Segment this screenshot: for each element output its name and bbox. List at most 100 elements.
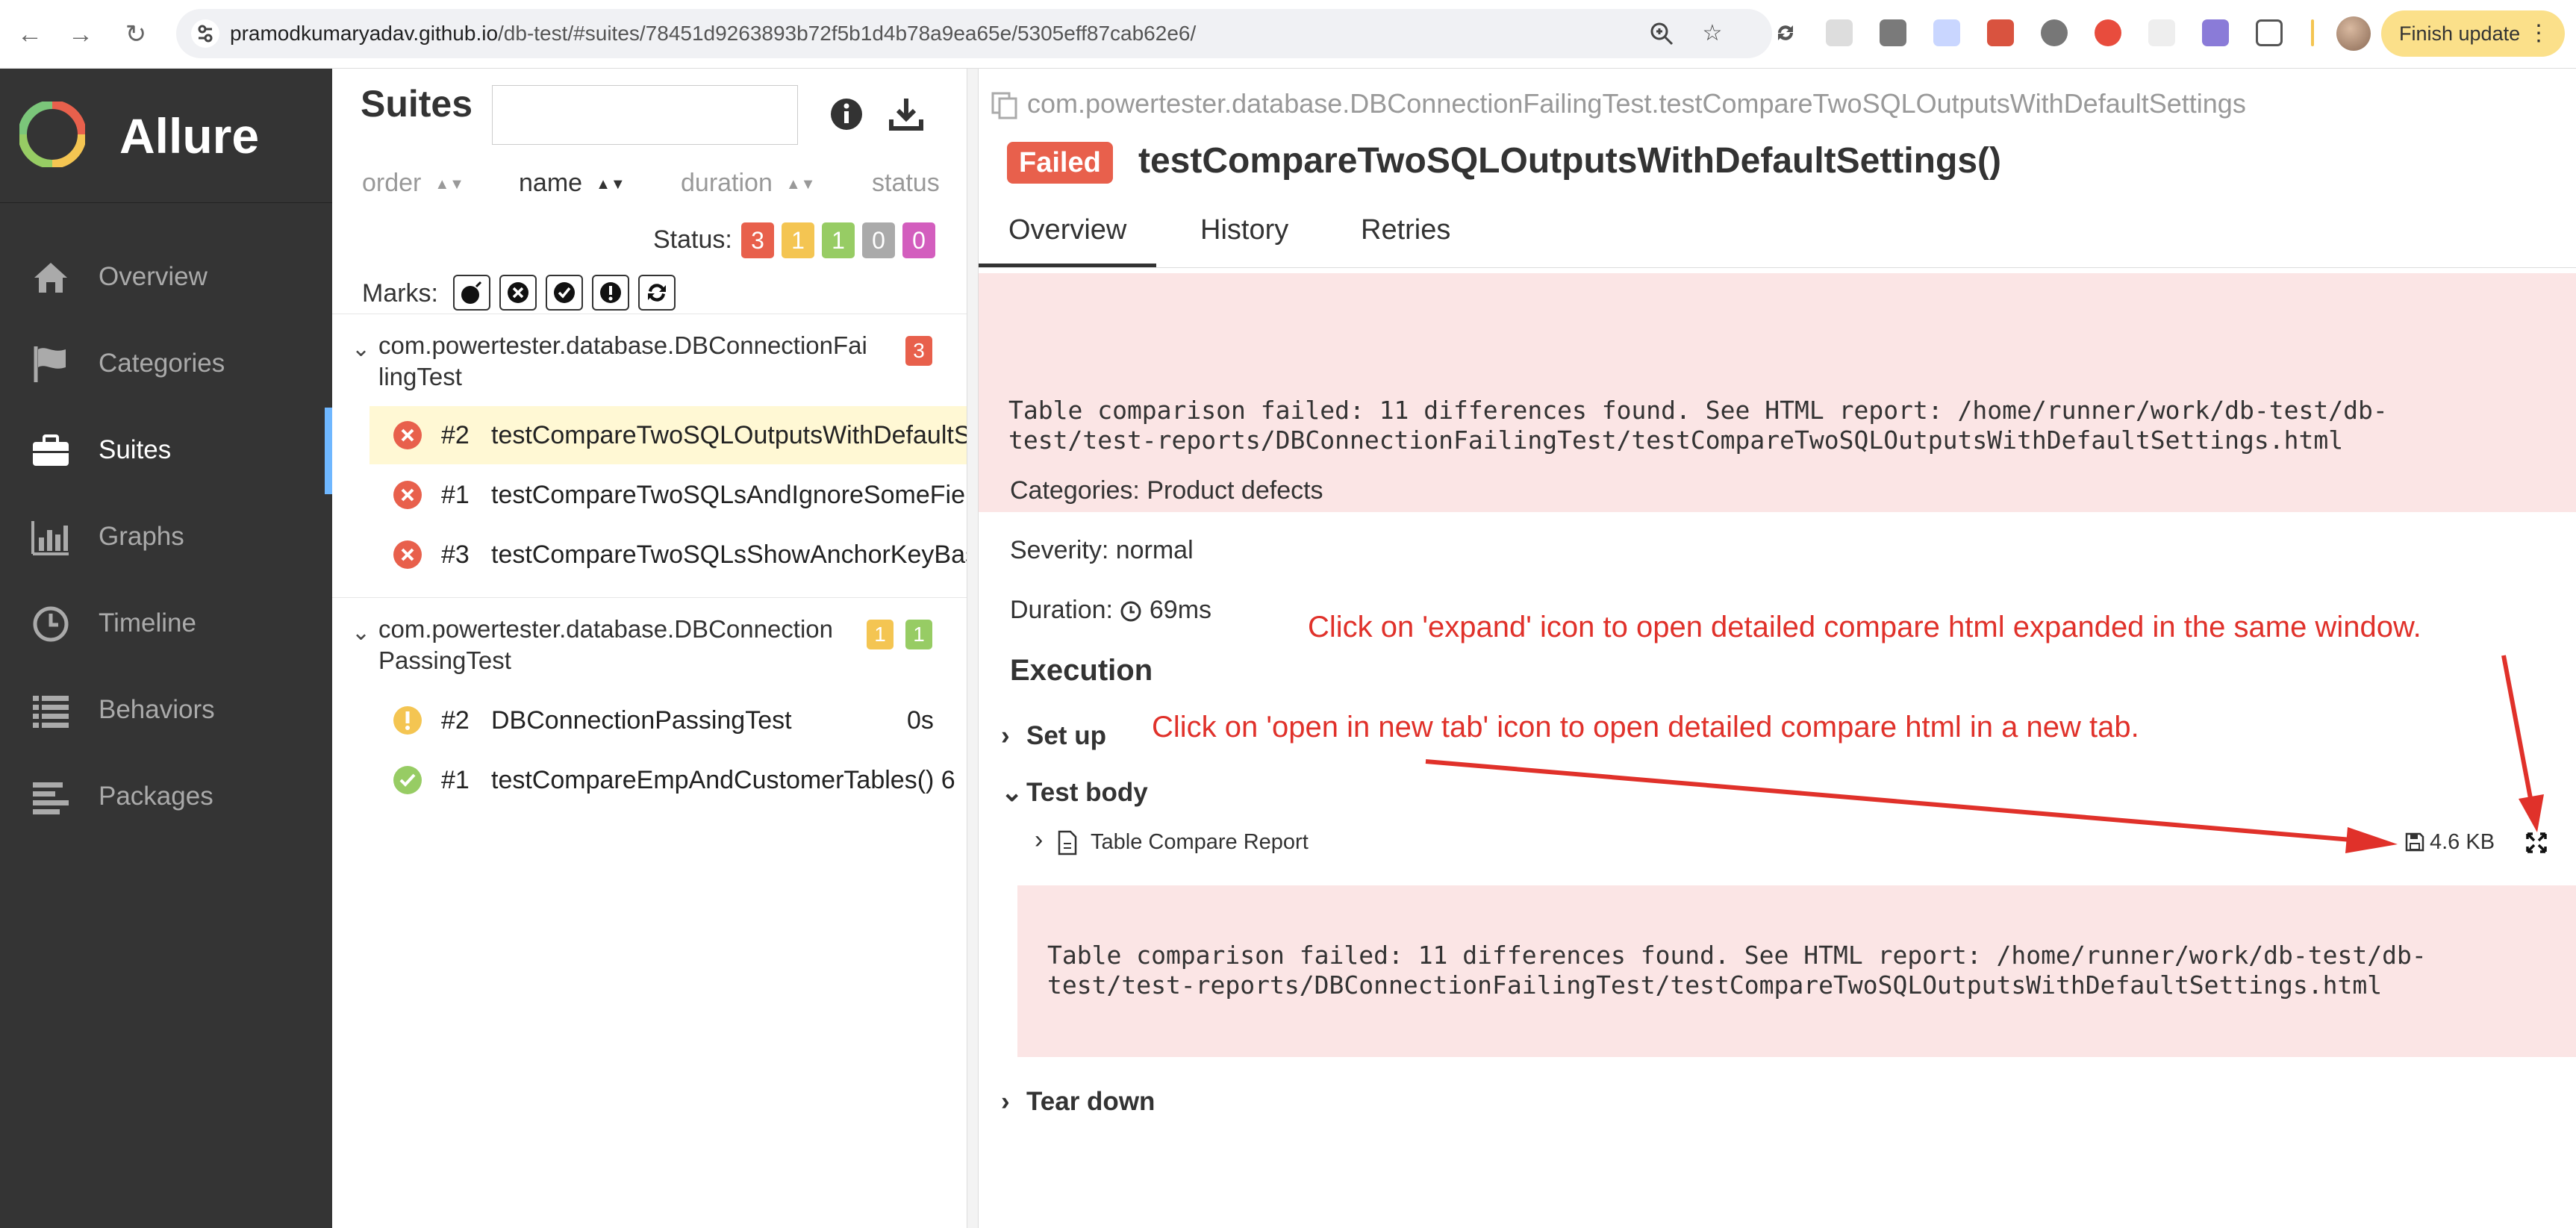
attachment-row[interactable]: › Table Compare Report 4.6 KB — [1035, 824, 2557, 861]
mark-retries-button[interactable] — [638, 275, 676, 311]
clock-icon — [1120, 601, 1141, 622]
brand[interactable]: Allure — [0, 69, 332, 203]
suite-passed-count-badge: 1 — [905, 620, 932, 649]
annotation-new-tab-note: Click on 'open in new tab' icon to open … — [1152, 711, 2139, 744]
download-icon[interactable] — [888, 96, 925, 133]
stage-teardown[interactable]: › Tear down — [1001, 1087, 1155, 1117]
site-info-icon[interactable] — [191, 19, 219, 48]
back-icon[interactable]: ← — [13, 18, 46, 51]
url-text[interactable]: pramodkumaryadav.github.io/db-test/#suit… — [230, 9, 1196, 58]
status-broken-badge[interactable]: 1 — [782, 222, 814, 258]
sort-header: order ▲▼ name ▲▼ duration ▲▼ status — [332, 158, 967, 211]
sidebar-item-label: Overview — [99, 262, 208, 291]
sidebar-item-categories[interactable]: Categories — [0, 321, 332, 408]
stage-test-body[interactable]: ⌄ Test body — [1001, 778, 1148, 808]
brand-name: Allure — [119, 108, 260, 163]
status-unknown-badge[interactable]: 0 — [902, 222, 935, 258]
execution-title: Execution — [1010, 654, 1153, 687]
status-skipped-badge[interactable]: 0 — [862, 222, 895, 258]
settings-gear-extension-icon[interactable] — [2041, 19, 2068, 46]
extension-icon[interactable] — [1880, 19, 1906, 46]
search-input[interactable] — [492, 85, 798, 145]
attachment-size: 4.6 KB — [2430, 830, 2495, 854]
pane-splitter-handle[interactable] — [967, 69, 979, 1228]
sidebar-item-label: Suites — [99, 435, 172, 464]
divider — [2311, 19, 2314, 46]
tab-retries[interactable]: Retries — [1361, 208, 1450, 267]
test-row[interactable]: #1 testCompareEmpAndCustomerTables() 6 — [369, 751, 967, 809]
test-row[interactable]: #2 testCompareTwoSQLOutputsWithDefaultSe… — [369, 406, 967, 464]
tab-bar: Overview History Retries — [979, 208, 2576, 268]
chevron-down-icon[interactable]: ⌄ — [352, 620, 370, 646]
extension-icon[interactable] — [2095, 19, 2121, 46]
passed-status-icon — [393, 766, 422, 794]
save-icon[interactable] — [2404, 832, 2425, 853]
sort-duration[interactable]: duration ▲▼ — [681, 169, 815, 198]
extension-icon[interactable] — [1987, 19, 2014, 46]
bar-chart-icon — [31, 521, 69, 555]
test-name: testCompareEmpAndCustomerTables() 6 — [491, 766, 955, 794]
sidebar-item-label: Behaviors — [99, 695, 215, 724]
camera-extension-icon[interactable] — [1826, 19, 1853, 46]
test-row[interactable]: #2 DBConnectionPassingTest 0s — [369, 691, 967, 749]
extension-icon[interactable] — [1933, 19, 1960, 46]
status-passed-badge[interactable]: 1 — [822, 222, 855, 258]
sidebar-item-graphs[interactable]: Graphs — [0, 494, 332, 581]
sidebar-item-packages[interactable]: Packages — [0, 754, 332, 841]
address-bar[interactable]: pramodkumaryadav.github.io/db-test/#suit… — [176, 9, 1772, 58]
status-filter: Status: 3 1 1 0 0 — [332, 219, 967, 261]
align-left-icon — [33, 782, 69, 814]
extensions-icon[interactable] — [2256, 19, 2283, 46]
divider — [332, 597, 967, 598]
duration-text: Duration: 69ms — [1010, 596, 1212, 624]
extension-icon[interactable] — [2202, 19, 2229, 46]
mark-flaky-button[interactable] — [453, 275, 490, 311]
broken-status-icon — [393, 706, 422, 735]
forward-icon[interactable]: → — [64, 18, 97, 51]
suite-failed-count-badge: 3 — [905, 336, 932, 366]
marks-filter: Marks: — [332, 269, 967, 314]
allure-logo — [19, 102, 85, 167]
test-body-error-message: Table comparison failed: 11 differences … — [1017, 885, 2576, 1057]
tab-overview[interactable]: Overview — [979, 208, 1157, 267]
suite-group: ⌄ com.powertester.database.DBConnection P… — [332, 614, 967, 681]
bookmark-star-icon[interactable]: ☆ — [1699, 20, 1726, 47]
sidebar-item-label: Packages — [99, 782, 213, 811]
mark-new-passed-button[interactable] — [546, 275, 583, 311]
chevron-right-icon[interactable]: › — [1035, 826, 1043, 855]
failed-status-icon — [393, 540, 422, 569]
finish-update-button[interactable]: Finish update ⋮ — [2381, 10, 2565, 57]
sort-name[interactable]: name ▲▼ — [519, 169, 626, 198]
test-name: testCompareTwoSQLsAndIgnoreSomeFields() — [491, 481, 967, 509]
tab-history[interactable]: History — [1200, 208, 1288, 267]
chevron-right-icon: › — [1001, 1087, 1010, 1116]
test-row[interactable]: #1 testCompareTwoSQLsAndIgnoreSomeFields… — [369, 466, 967, 524]
suite-group-name[interactable]: com.powertester.database.DBConnectionFai… — [378, 330, 886, 393]
expand-icon[interactable] — [2525, 832, 2548, 854]
sidebar-item-behaviors[interactable]: Behaviors — [0, 667, 332, 754]
sort-order[interactable]: order ▲▼ — [362, 169, 464, 198]
severity-text: Severity: normal — [1010, 536, 1194, 564]
extension-icon[interactable] — [2148, 19, 2175, 46]
menu-dots-icon[interactable]: ⋮ — [2527, 10, 2550, 57]
chevron-down-icon[interactable]: ⌄ — [352, 336, 370, 362]
suite-group-name[interactable]: com.powertester.database.DBConnection Pas… — [378, 614, 886, 676]
zoom-icon[interactable] — [1648, 20, 1675, 47]
file-icon — [1058, 830, 1077, 855]
info-icon[interactable] — [828, 96, 865, 133]
sidebar-item-suites[interactable]: Suites — [0, 408, 332, 494]
mark-new-failed-button[interactable] — [499, 275, 537, 311]
panel-title: Suites — [361, 83, 473, 125]
status-failed-badge[interactable]: 3 — [741, 222, 774, 258]
sidebar-item-overview[interactable]: Overview — [0, 234, 332, 321]
sidebar-item-timeline[interactable]: Timeline — [0, 581, 332, 667]
reload-icon[interactable]: ↻ — [119, 18, 152, 51]
test-row[interactable]: #3 testCompareTwoSQLsShowAnchorKeyBased(… — [369, 526, 967, 584]
copy-icon[interactable] — [990, 90, 1020, 120]
avatar[interactable] — [2336, 16, 2371, 51]
sync-icon[interactable] — [1772, 19, 1799, 46]
sort-status[interactable]: status — [872, 169, 940, 198]
stage-setup[interactable]: › Set up — [1001, 721, 1106, 751]
mark-new-broken-button[interactable] — [592, 275, 629, 311]
suite-broken-count-badge: 1 — [867, 620, 894, 649]
